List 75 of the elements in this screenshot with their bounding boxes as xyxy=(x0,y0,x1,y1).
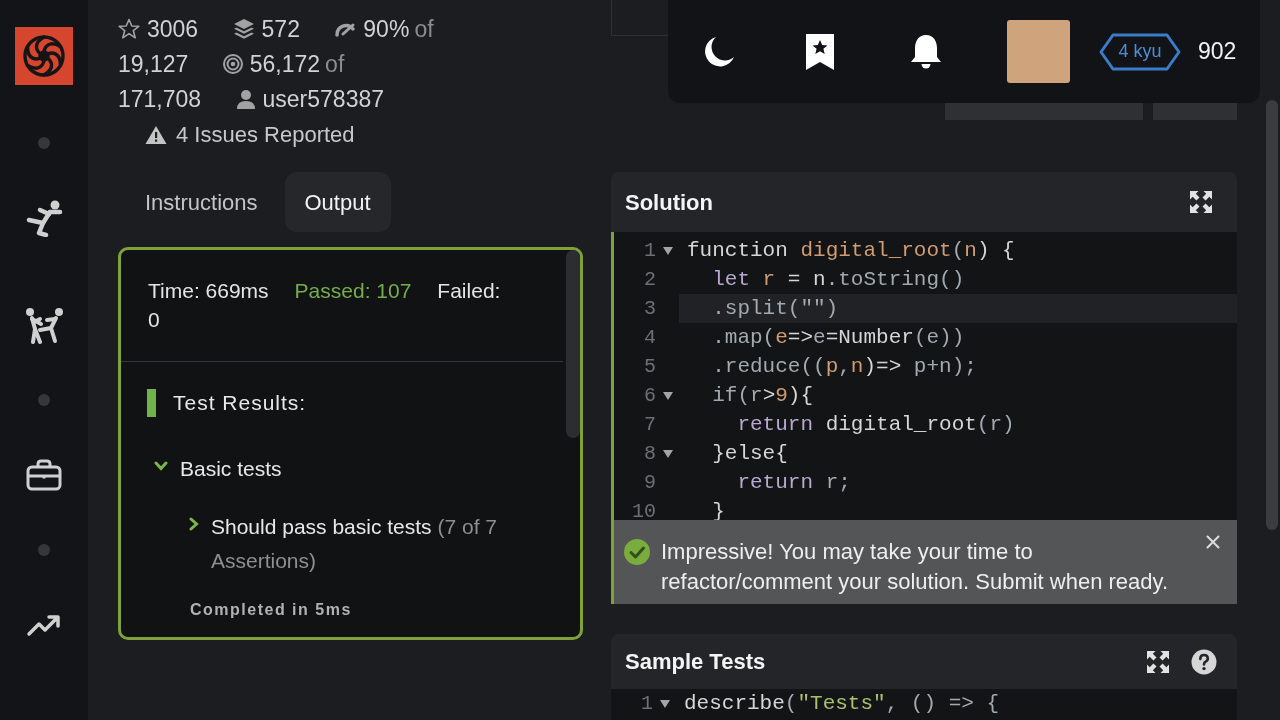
target-icon xyxy=(222,53,243,74)
fold-arrow-icon[interactable] xyxy=(662,246,673,255)
bookmark-star-icon[interactable] xyxy=(804,31,836,72)
stars-count: 3006 xyxy=(147,16,199,42)
check-circle-icon xyxy=(624,539,650,565)
connector-text: of xyxy=(414,16,434,42)
fold-arrow-icon[interactable] xyxy=(662,391,673,400)
scrollbar-thumb[interactable] xyxy=(1266,100,1278,530)
honor-score: 902 xyxy=(1198,37,1237,67)
code-editor[interactable]: 1 describe("Tests", () => { xyxy=(611,689,1237,720)
line-number: 9 xyxy=(643,469,656,496)
chevron-down-icon[interactable] xyxy=(154,461,168,471)
dot-icon xyxy=(38,393,50,406)
logo-icon[interactable] xyxy=(15,27,73,85)
warning-icon xyxy=(145,124,167,145)
fold-arrow-icon[interactable] xyxy=(662,449,673,458)
layers-icon xyxy=(232,17,255,40)
code-line: .reduce((p,n)=> p+n); xyxy=(711,354,978,380)
issues-link[interactable]: 4 Issues Reported xyxy=(176,118,355,151)
status-bar-marker xyxy=(147,389,156,417)
dot-icon xyxy=(38,136,50,149)
failed-count: 0 xyxy=(148,308,160,331)
code-line: .map(e=>e=Number(e)) xyxy=(711,325,966,351)
code-line: return digital_root(r) xyxy=(736,412,1016,438)
passed-count: Passed: 107 xyxy=(294,279,412,302)
code-line: function digital_root(n) { xyxy=(686,238,1016,264)
sparring-figures-icon[interactable] xyxy=(23,305,65,344)
collections-count: 572 xyxy=(261,16,300,42)
panel-title: Solution xyxy=(625,188,714,217)
line-number: 8 xyxy=(643,440,656,467)
panel-title: Sample Tests xyxy=(625,648,767,676)
dot-icon xyxy=(38,543,50,556)
line-number: 1 xyxy=(643,237,656,264)
briefcase-icon[interactable] xyxy=(26,458,62,491)
scrollbar-thumb[interactable] xyxy=(566,250,580,438)
rank-badge[interactable]: 4 kyu xyxy=(1099,32,1181,71)
line-number: 5 xyxy=(643,353,656,380)
code-line: return r; xyxy=(736,470,852,496)
tab[interactable]: Instructions xyxy=(125,172,278,232)
total-count: 171,708 xyxy=(118,85,202,114)
failed-label: Failed: xyxy=(437,279,501,302)
fold-arrow-icon[interactable] xyxy=(659,699,670,708)
expand-icon[interactable] xyxy=(1189,190,1213,214)
results-title: Test Results: xyxy=(173,390,307,417)
satisfaction-rating: 90% xyxy=(363,16,410,42)
author-name[interactable]: user578387 xyxy=(262,86,385,112)
test-time: Time: 669ms xyxy=(148,279,269,302)
connector-text: of xyxy=(325,51,345,77)
line-number: 10 xyxy=(631,498,656,525)
kicking-figure-icon[interactable] xyxy=(24,198,64,237)
line-number: 2 xyxy=(643,266,656,293)
chevron-right-icon[interactable] xyxy=(189,517,199,531)
completions-count: 56,172 xyxy=(249,51,321,77)
star-icon xyxy=(118,17,140,40)
expand-icon[interactable] xyxy=(1146,649,1170,674)
test-case-label[interactable]: Should pass basic tests (7 of 7 Assertions) xyxy=(211,510,539,578)
trend-arrow-icon[interactable] xyxy=(26,612,62,637)
code-line: }else{ xyxy=(711,441,789,467)
close-icon[interactable] xyxy=(1206,535,1220,549)
tab[interactable]: Output xyxy=(284,172,391,232)
code-line: describe("Tests", () => { xyxy=(683,691,1001,717)
code-line: if(r>9){ xyxy=(711,383,815,409)
line-number: 1 xyxy=(640,690,653,717)
bell-icon[interactable] xyxy=(908,32,944,71)
line-number: 7 xyxy=(643,411,656,438)
code-line: let r = n.toString() xyxy=(711,267,966,293)
total-count: 19,127 xyxy=(118,50,189,79)
toast-message: Impressive! You may take your time to refactor/comment your solution. Submit when ready. xyxy=(661,538,1170,596)
user-icon xyxy=(235,88,256,109)
line-number: 4 xyxy=(643,324,656,351)
line-number: 3 xyxy=(643,295,656,322)
help-icon[interactable] xyxy=(1191,648,1217,675)
completed-time: Completed in 5ms xyxy=(190,600,352,620)
line-number: 6 xyxy=(643,382,656,409)
test-group-label[interactable]: Basic tests xyxy=(180,453,282,485)
